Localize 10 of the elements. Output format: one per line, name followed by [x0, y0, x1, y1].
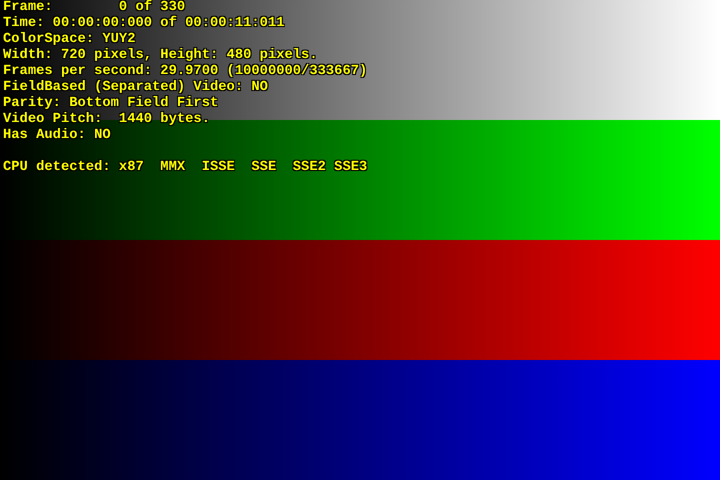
info-line: FieldBased (Separated) Video: NO [3, 80, 268, 96]
info-line: ColorSpace: YUY2 [3, 32, 136, 48]
info-line: CPU detected: x87 MMX ISSE SSE SSE2 SSE3 [3, 160, 368, 176]
info-line: Frame: 0 of 330 [3, 0, 186, 16]
info-line: Parity: Bottom Field First [3, 96, 218, 112]
info-line: Has Audio: NO [3, 128, 111, 144]
info-line: Time: 00:00:00:000 of 00:00:11:011 [3, 16, 285, 32]
info-line: Frames per second: 29.9700 (10000000/333667) [3, 64, 368, 80]
info-line: Video Pitch: 1440 bytes. [3, 112, 210, 128]
info-line: Width: 720 pixels, Height: 480 pixels. [3, 48, 318, 64]
